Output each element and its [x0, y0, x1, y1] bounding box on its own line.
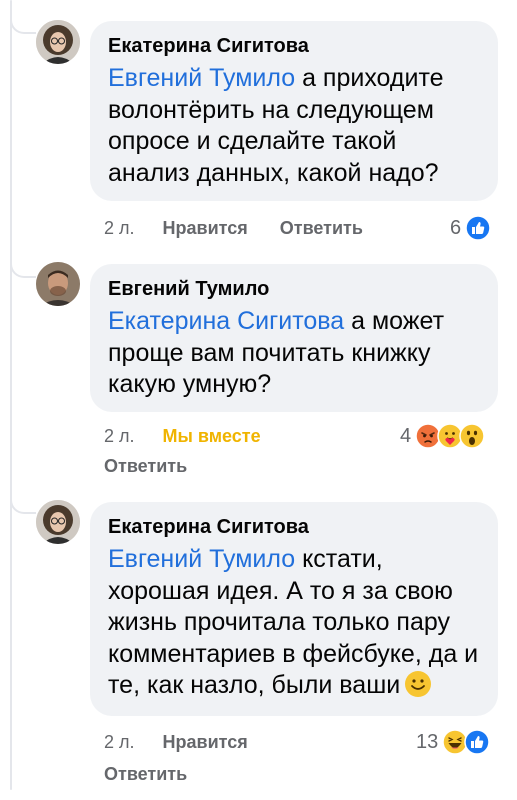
comment-text: Евгений Тумило а приходите волонтёрить н…: [108, 63, 482, 189]
comment-actions: 2 л. Нравится Ответить: [104, 216, 363, 240]
comment-time[interactable]: 2 л.: [104, 218, 135, 239]
thread-connector: [10, 260, 36, 278]
avatar[interactable]: [36, 500, 80, 544]
comment-author[interactable]: Екатерина Сигитова: [108, 33, 482, 59]
like-button[interactable]: Нравится: [163, 218, 248, 239]
avatar[interactable]: [36, 20, 80, 64]
reaction-summary[interactable]: 13: [416, 728, 490, 756]
thread-connector: [10, 16, 36, 34]
comment-actions: 2 л. Нравится: [104, 730, 280, 754]
comment-text: Евгений Тумило кстати, хорошая идея. А т…: [108, 544, 482, 702]
comment-text: Екатерина Сигитова а может проще вам поч…: [108, 306, 482, 401]
reply-button[interactable]: Ответить: [280, 218, 363, 239]
comment-author[interactable]: Евгений Тумило: [108, 276, 482, 302]
comment-bubble: Евгений Тумило Екатерина Сигитова а може…: [90, 264, 498, 412]
together-reaction-button[interactable]: Мы вместе: [163, 426, 261, 447]
reaction-count: 4: [400, 424, 412, 447]
reaction-count: 13: [416, 730, 439, 753]
smiling-face-emoji-icon: [405, 671, 432, 697]
thread-line: [10, 0, 12, 790]
comment-time[interactable]: 2 л.: [104, 426, 135, 447]
reply-button[interactable]: Ответить: [104, 764, 187, 785]
like-reaction-icon: [464, 729, 490, 755]
comment-author[interactable]: Екатерина Сигитова: [108, 514, 482, 540]
comment-actions: 2 л. Мы вместе: [104, 424, 261, 448]
reaction-count: 6: [450, 216, 462, 239]
reply-button[interactable]: Ответить: [104, 456, 187, 477]
avatar[interactable]: [36, 262, 80, 306]
comment-bubble: Екатерина Сигитова Евгений Тумило кстати…: [90, 502, 498, 716]
mention-link[interactable]: Екатерина Сигитова: [108, 307, 344, 335]
like-button[interactable]: Нравится: [163, 732, 248, 753]
comment-time[interactable]: 2 л.: [104, 732, 135, 753]
mention-link[interactable]: Евгений Тумило: [108, 64, 295, 92]
thread-connector: [10, 496, 36, 514]
wow-reaction-icon: [459, 423, 485, 449]
reaction-summary[interactable]: 6: [450, 214, 491, 242]
comment-bubble: Екатерина Сигитова Евгений Тумило а прих…: [90, 21, 498, 201]
mention-link[interactable]: Евгений Тумило: [108, 545, 295, 573]
like-reaction-icon: [465, 215, 491, 241]
reaction-summary[interactable]: 4: [400, 422, 485, 450]
